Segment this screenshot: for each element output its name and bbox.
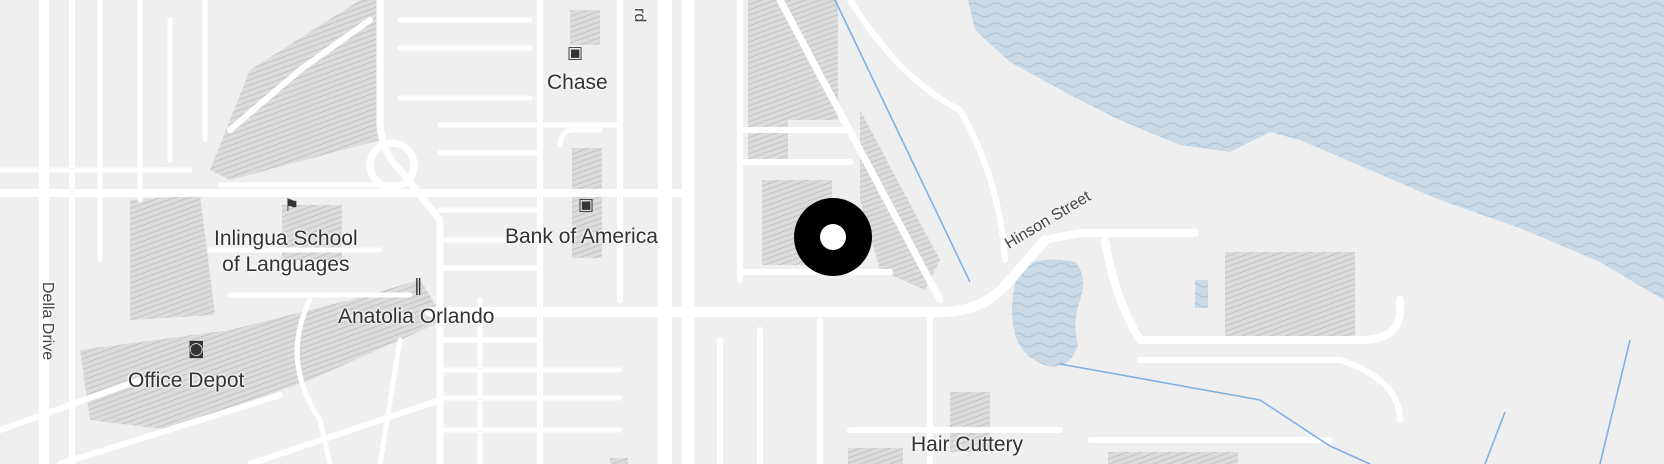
school-icon[interactable]: ⚑	[284, 197, 299, 215]
place-label-office-depot[interactable]: Office Depot	[128, 368, 244, 394]
street-label-della-drive: Della Drive	[39, 281, 57, 361]
place-label-bank-of-america[interactable]: Bank of America	[505, 224, 658, 250]
location-pin-icon[interactable]	[794, 198, 872, 276]
street-label-boulevard: rd	[631, 8, 648, 23]
bank-icon[interactable]: ▣	[578, 196, 594, 214]
restaurant-icon[interactable]: ‖	[414, 277, 423, 295]
place-label-inlingua-school[interactable]: Inlingua School of Languages	[214, 226, 358, 278]
place-label-inlingua-line1: Inlingua School	[214, 227, 358, 250]
place-label-inlingua-line2: of Languages	[222, 253, 350, 276]
place-label-chase[interactable]: Chase	[547, 70, 608, 96]
map-view[interactable]: ▣ ▣ ⚑ ‖ ◙ Chase Bank of America Inlingua…	[0, 0, 1664, 464]
place-label-anatolia-orlando[interactable]: Anatolia Orlando	[338, 304, 494, 330]
bank-icon[interactable]: ▣	[567, 44, 583, 62]
shopping-bag-icon[interactable]: ◙	[188, 340, 205, 358]
location-pin-center	[820, 224, 846, 250]
place-label-hair-cuttery[interactable]: Hair Cuttery	[911, 432, 1023, 458]
